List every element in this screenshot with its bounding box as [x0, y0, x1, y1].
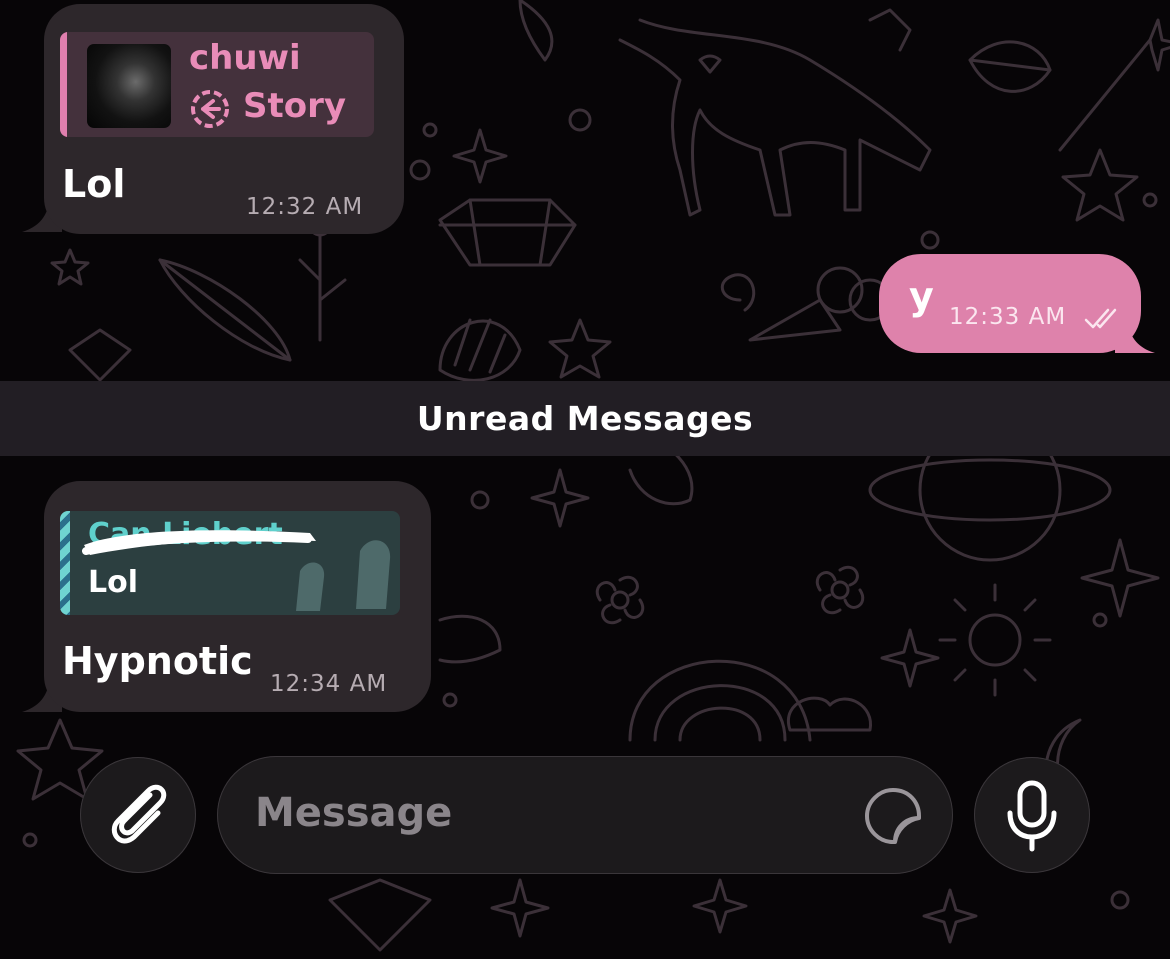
reply-accent-bar	[60, 511, 70, 615]
voice-record-button[interactable]	[974, 757, 1090, 873]
reply-quote-preview[interactable]: Can Liebert Lol	[60, 511, 400, 615]
message-text: Lol	[62, 162, 126, 206]
message-time: 12:34 AM	[270, 671, 388, 697]
unread-messages-label: Unread Messages	[416, 399, 754, 438]
attach-button[interactable]	[80, 757, 196, 873]
microphone-icon	[1007, 780, 1057, 852]
story-reply-preview[interactable]: chuwi Story	[60, 32, 374, 137]
unread-messages-divider: Unread Messages	[0, 381, 1170, 456]
message-time: 12:32 AM	[246, 194, 364, 220]
message-bubble-incoming[interactable]: chuwi Story Lol 12:32 AM	[44, 4, 404, 234]
reply-accent-bar	[60, 32, 67, 137]
message-placeholder: Message	[255, 790, 453, 836]
reaper-sticker-icon	[296, 540, 391, 611]
message-text: Hypnotic	[62, 639, 253, 683]
message-bubble-outgoing[interactable]: y 12:33 AM	[879, 254, 1141, 353]
chat-screen: chuwi Story Lol 12:32 AM y 12:33 AM Unre…	[0, 0, 1170, 959]
message-input[interactable]: Message	[217, 756, 953, 874]
message-text: y	[909, 274, 934, 318]
sticker-icon[interactable]	[863, 786, 923, 846]
story-thumbnail	[87, 44, 171, 128]
message-time: 12:33 AM	[949, 304, 1067, 330]
paperclip-icon	[111, 784, 167, 844]
reply-author: chuwi	[189, 38, 301, 78]
story-icon	[191, 90, 229, 128]
reply-quoted-text: Lol	[88, 565, 139, 600]
message-bubble-incoming[interactable]: Can Liebert Lol Hypnotic 12:34 AM	[44, 481, 431, 712]
reply-story-label: Story	[243, 86, 347, 126]
read-checkmarks-icon	[1084, 308, 1117, 329]
